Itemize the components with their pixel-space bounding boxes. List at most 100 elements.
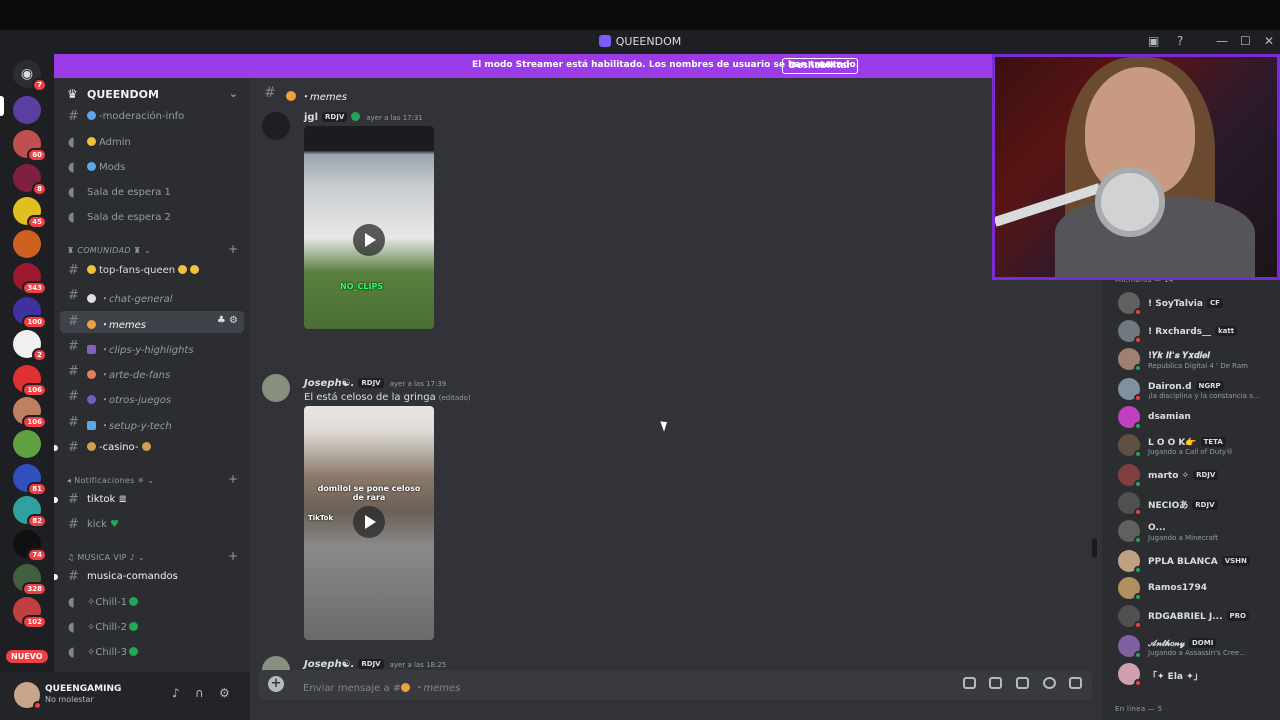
- message-author[interactable]: jgl: [304, 112, 318, 123]
- mouse-cursor-icon: [660, 419, 670, 432]
- sticker-icon[interactable]: [1016, 677, 1029, 689]
- guitar-emoji-icon: ♪ ⌄: [126, 553, 145, 562]
- hash-icon: #: [68, 314, 79, 329]
- play-icon[interactable]: [353, 506, 385, 538]
- message-author[interactable]: Joseph☯.: [304, 659, 354, 670]
- message-avatar[interactable]: [262, 112, 290, 140]
- server-icon-14[interactable]: 328: [13, 564, 47, 596]
- voice-channel-admin[interactable]: ◖ Admin: [60, 132, 244, 154]
- channel-memes[interactable]: # ・memes ♣ ⚙: [60, 311, 244, 333]
- server-icon-6[interactable]: 100: [13, 297, 47, 329]
- channel-top-fans-queen[interactable]: # top-fans-queen: [60, 260, 244, 282]
- message-avatar[interactable]: [262, 374, 290, 402]
- member-item[interactable]: NECIOあ RDJV: [1118, 490, 1278, 516]
- speaker-icon: ◖: [68, 210, 75, 225]
- emoji-icon[interactable]: [1043, 677, 1056, 689]
- member-item[interactable]: 𝒜𝓃𝓉𝒽𝑜𝓃𝓎 DOMI Jugando a Assassin's Cree...: [1118, 633, 1278, 659]
- channel-casino[interactable]: # -casino-: [54, 437, 244, 459]
- channel-tiktok[interactable]: # tiktok ≣: [54, 489, 244, 511]
- message-input[interactable]: Enviar mensaje a # ・memes: [303, 679, 460, 694]
- category-musica-vip[interactable]: ♫ MUSICA VIP ♪ ⌄: [67, 553, 145, 562]
- member-name: ! Rxchards__ katt: [1148, 326, 1238, 337]
- server-icon-12[interactable]: 82: [13, 496, 47, 528]
- message-composer[interactable]: + Enviar mensaje a # ・memes: [258, 670, 1092, 700]
- member-item[interactable]: RDGABRIEL J... PRO: [1118, 603, 1278, 629]
- voice-channel-chill-1[interactable]: ◖ ✧Chill-1: [60, 592, 244, 614]
- message-author[interactable]: Joseph☯.: [304, 378, 354, 389]
- voice-channel-chill-2[interactable]: ◖ ✧Chill-2: [60, 617, 244, 639]
- microphone-icon[interactable]: ♪: [172, 686, 180, 700]
- gift-icon[interactable]: [963, 677, 976, 689]
- gif-icon[interactable]: [989, 677, 1002, 689]
- voice-channel-mods[interactable]: ◖ Mods: [60, 157, 244, 179]
- help-icon[interactable]: ?: [1177, 34, 1183, 48]
- add-channel-icon[interactable]: +: [228, 242, 238, 256]
- voice-channel-chill-3[interactable]: ◖ ✧Chill-3: [60, 642, 244, 664]
- minimize-button[interactable]: —: [1216, 34, 1228, 48]
- server-icon-4[interactable]: [13, 230, 41, 258]
- member-item[interactable]: ! SoyTalvia CF: [1118, 290, 1278, 316]
- user-name[interactable]: QUEENGAMING: [45, 684, 121, 694]
- server-icon-0[interactable]: [13, 96, 41, 124]
- close-button[interactable]: ✕: [1264, 34, 1274, 48]
- voice-channel-sala-1[interactable]: ◖ Sala de espera 1: [60, 182, 244, 204]
- channel-otros-juegos[interactable]: # ・otros-juegos: [60, 386, 244, 408]
- member-item[interactable]: PPLA BLANCA VSHN: [1118, 548, 1278, 574]
- video-attachment[interactable]: NO_CLIPS: [304, 126, 434, 329]
- user-avatar[interactable]: [14, 682, 42, 710]
- server-icon-5[interactable]: 343: [13, 263, 47, 295]
- member-item[interactable]: Ramos1794: [1118, 575, 1278, 601]
- member-item[interactable]: dsamian: [1118, 404, 1278, 430]
- chat-scrollbar[interactable]: [1092, 538, 1097, 558]
- server-icon-1[interactable]: 60: [13, 130, 47, 162]
- member-item[interactable]: !𝒀𝒌 𝑰𝒕'𝒔 𝒀𝒙𝒅𝒊𝒆𝒍 Republica Digital 4 ' De …: [1118, 346, 1278, 372]
- channel-clips-y-highlights[interactable]: # ・clips-y-highlights: [60, 336, 244, 358]
- server-icon-3[interactable]: 45: [13, 197, 47, 229]
- channel-moderacion-info[interactable]: # -moderación-info: [60, 106, 244, 128]
- channel-kick[interactable]: # kick ♥: [60, 514, 244, 536]
- server-icon-9[interactable]: 106: [13, 397, 47, 429]
- server-icon-13[interactable]: 74: [13, 530, 47, 562]
- headphones-icon[interactable]: ∩: [195, 686, 204, 700]
- mention-badge: 45: [27, 215, 47, 229]
- member-item[interactable]: Dairon.d NGRP ¡la disciplina y la constanc…: [1118, 376, 1278, 402]
- member-item[interactable]: marto ✧ RDJV: [1118, 462, 1278, 488]
- inbox-icon[interactable]: ▣: [1148, 34, 1159, 48]
- mention-badge: 82: [27, 514, 47, 528]
- gear-icon[interactable]: ⚙: [229, 315, 238, 326]
- play-icon[interactable]: [353, 224, 385, 256]
- server-icon-15[interactable]: 102: [13, 597, 47, 629]
- channel-musica-comandos[interactable]: # musica-comandos: [54, 566, 244, 588]
- gear-icon[interactable]: ⚙: [219, 686, 230, 700]
- home-button[interactable]: ◉ 7: [13, 60, 47, 92]
- member-name: RDGABRIEL J... PRO: [1148, 611, 1249, 622]
- server-icon-10[interactable]: [13, 430, 41, 458]
- server-icon-8[interactable]: 106: [13, 365, 47, 397]
- member-name: !𝒀𝒌 𝑰𝒕'𝒔 𝒀𝒙𝒅𝒊𝒆𝒍: [1148, 351, 1210, 361]
- maximize-button[interactable]: ☐: [1240, 34, 1251, 48]
- server-icon-7[interactable]: 2: [13, 330, 47, 362]
- add-channel-icon[interactable]: +: [228, 549, 238, 563]
- add-channel-icon[interactable]: +: [228, 472, 238, 486]
- video-attachment[interactable]: domilol se pone celoso de rara TikTok: [304, 406, 434, 640]
- chat-area: # ・memes jgl RDJV ayer a las 17:31 NO_CLIP…: [250, 78, 1102, 720]
- member-item[interactable]: O... Jugando a Minecraft: [1118, 518, 1278, 544]
- invite-icon[interactable]: ♣: [217, 315, 226, 326]
- clapper-emoji-icon: [87, 345, 96, 354]
- member-name: Ramos1794: [1148, 583, 1207, 593]
- attach-plus-button[interactable]: +: [268, 676, 284, 692]
- channel-chat-general[interactable]: # ・chat-general: [60, 285, 244, 307]
- channel-arte-de-fans[interactable]: # ・arte-de-fans: [60, 361, 244, 383]
- member-item[interactable]: L O O K👉 TETA Jugando a Call of Duty®: [1118, 432, 1278, 458]
- member-item[interactable]: ! Rxchards__ katt: [1118, 318, 1278, 344]
- activity-gamepad-icon[interactable]: [1069, 677, 1082, 689]
- category-notificaciones[interactable]: ◂ Notificaciones ✳ ⌄: [67, 476, 154, 485]
- category-comunidad[interactable]: ♜ COMUNIDAD ♜ ⌄: [67, 246, 151, 255]
- disable-streamer-button[interactable]: Deshabilitar: [782, 58, 858, 74]
- role-tag: RDJV: [358, 659, 384, 669]
- server-icon-11[interactable]: 81: [13, 464, 47, 496]
- voice-channel-sala-2[interactable]: ◖ Sala de espera 2: [60, 207, 244, 229]
- channel-setup-y-tech[interactable]: # ・setup-y-tech: [60, 412, 244, 434]
- member-item[interactable]: 「✦ Ela ✦」: [1118, 661, 1278, 687]
- server-icon-2[interactable]: 8: [13, 164, 47, 196]
